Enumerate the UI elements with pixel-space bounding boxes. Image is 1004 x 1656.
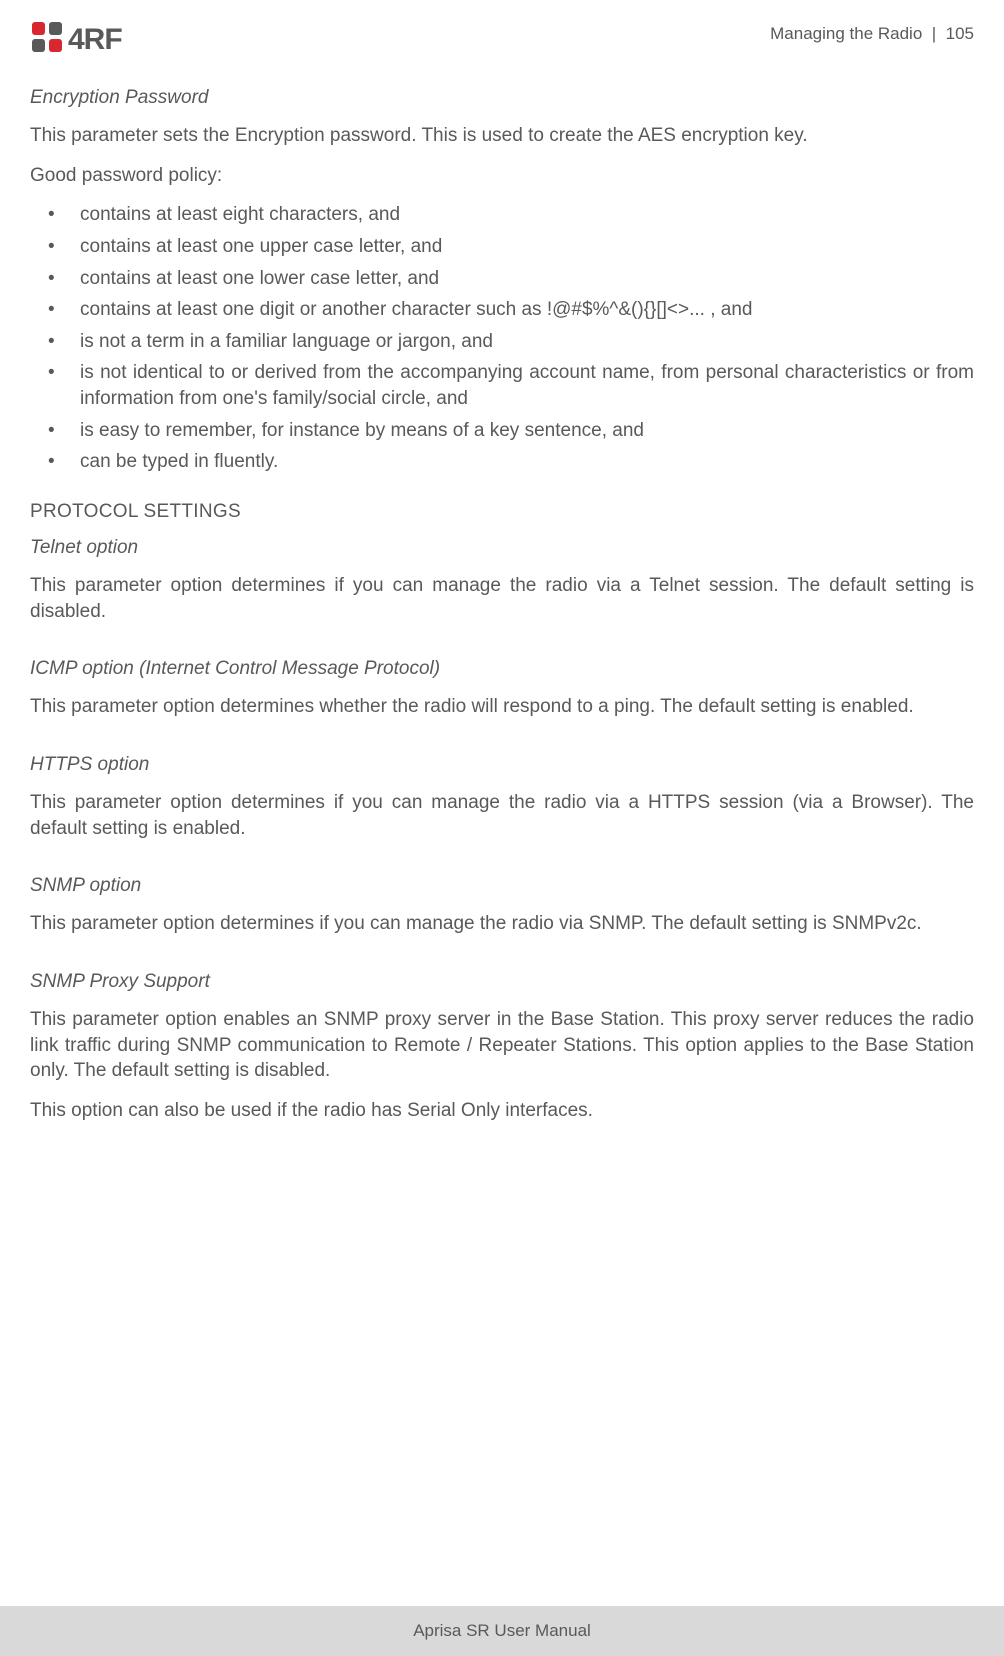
- icmp-text: This parameter option determines whether…: [30, 694, 974, 720]
- list-item: contains at least one upper case letter,…: [30, 234, 974, 260]
- https-text: This parameter option determines if you …: [30, 790, 974, 841]
- snmp-proxy-text2: This option can also be used if the radi…: [30, 1098, 974, 1124]
- encryption-password-heading: Encryption Password: [30, 87, 974, 109]
- list-item: can be typed in fluently.: [30, 449, 974, 475]
- page-header: 4RF Managing the Radio | 105: [30, 20, 974, 59]
- policy-label: Good password policy:: [30, 163, 974, 189]
- logo-icon: [30, 20, 64, 59]
- list-item: contains at least one lower case letter,…: [30, 266, 974, 292]
- telnet-heading: Telnet option: [30, 537, 974, 559]
- logo: 4RF: [30, 20, 122, 59]
- telnet-text: This parameter option determines if you …: [30, 573, 974, 624]
- list-item: is not a term in a familiar language or …: [30, 329, 974, 355]
- policy-bullets: contains at least eight characters, and …: [30, 202, 974, 475]
- snmp-proxy-text1: This parameter option enables an SNMP pr…: [30, 1007, 974, 1084]
- footer-text: Aprisa SR User Manual: [413, 1621, 591, 1641]
- protocol-settings-heading: PROTOCOL SETTINGS: [30, 501, 974, 523]
- snmp-heading: SNMP option: [30, 875, 974, 897]
- list-item: is easy to remember, for instance by mea…: [30, 418, 974, 444]
- https-heading: HTTPS option: [30, 754, 974, 776]
- list-item: contains at least one digit or another c…: [30, 297, 974, 323]
- list-item: is not identical to or derived from the …: [30, 360, 974, 411]
- logo-text: 4RF: [68, 23, 122, 57]
- header-section-page: Managing the Radio | 105: [770, 20, 974, 44]
- header-sep: |: [932, 24, 936, 43]
- snmp-text: This parameter option determines if you …: [30, 911, 974, 937]
- header-page-number: 105: [946, 24, 974, 43]
- icmp-heading: ICMP option (Internet Control Message Pr…: [30, 658, 974, 680]
- encryption-intro: This parameter sets the Encryption passw…: [30, 123, 974, 149]
- snmp-proxy-heading: SNMP Proxy Support: [30, 971, 974, 993]
- page-footer: Aprisa SR User Manual: [0, 1606, 1004, 1656]
- list-item: contains at least eight characters, and: [30, 202, 974, 228]
- header-section: Managing the Radio: [770, 24, 922, 43]
